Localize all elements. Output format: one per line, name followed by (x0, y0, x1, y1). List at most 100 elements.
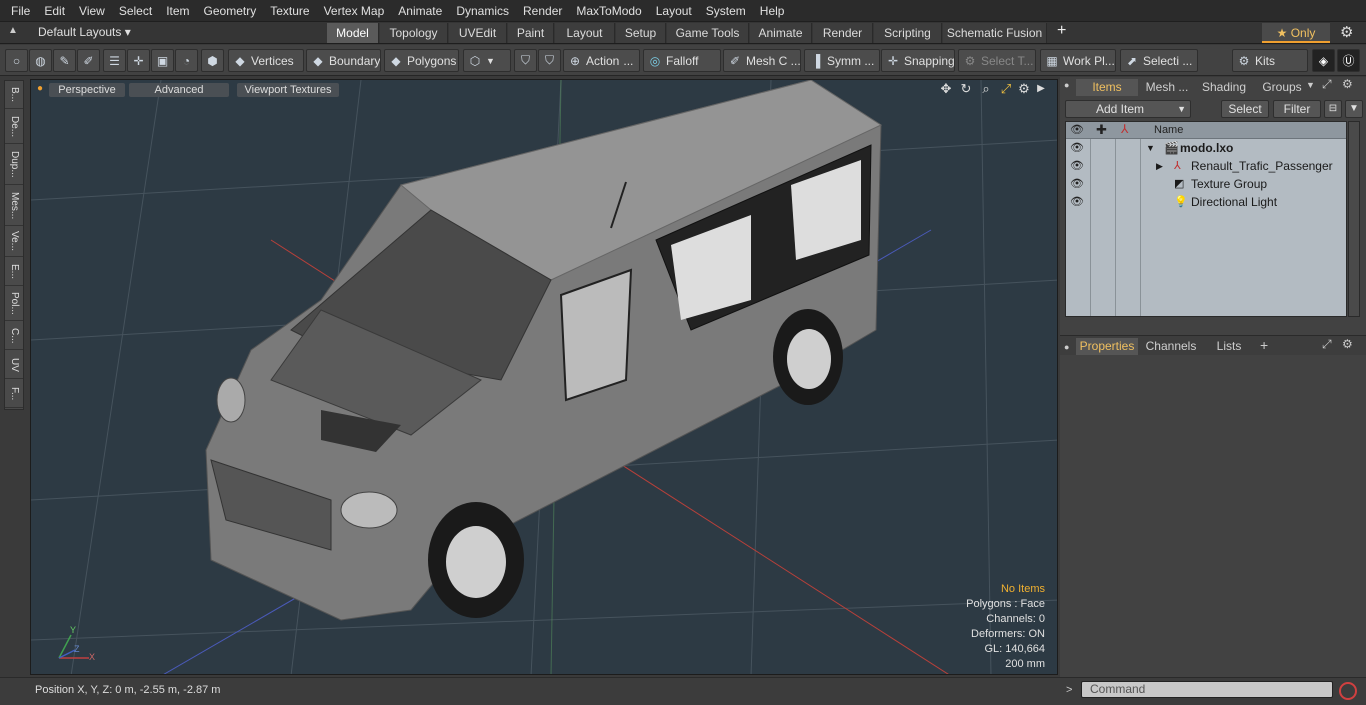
menu-texture[interactable]: Texture (263, 0, 316, 22)
visibility-eye-icon[interactable]: 👁 (1070, 193, 1084, 211)
perspective-tab[interactable]: Perspective (49, 83, 125, 97)
properties-expand-icon[interactable]: ⤢ (1322, 337, 1332, 352)
tab-layout[interactable]: Layout (555, 23, 615, 43)
tab-paint[interactable]: Paint (508, 23, 554, 43)
menu-help[interactable]: Help (753, 0, 792, 22)
menu-layout[interactable]: Layout (649, 0, 699, 22)
items-panel-dot-icon[interactable]: ● (1064, 80, 1069, 90)
select-circle-button[interactable]: ○ (5, 49, 28, 72)
pen-button[interactable]: ✎ (53, 49, 76, 72)
item-row-light[interactable]: 👁 💡 Directional Light (1066, 193, 1346, 211)
tab-groups[interactable]: Groups (1254, 79, 1310, 96)
viewport-arrow-icon[interactable]: ▶ (1033, 81, 1049, 97)
maximize-view-icon[interactable]: ⤢ (998, 81, 1014, 97)
tab-properties[interactable]: Properties (1076, 338, 1138, 355)
action-axis-button[interactable]: ⛉ (538, 49, 561, 72)
filter-button[interactable]: Filter (1273, 100, 1321, 118)
visibility-eye-icon[interactable]: 👁 (1070, 175, 1084, 193)
collapse-arrow-icon[interactable]: ▲ (8, 25, 18, 36)
items-vscrollbar[interactable] (1348, 121, 1360, 317)
item-row-mesh[interactable]: 👁 ▶ ⅄ Renault_Trafic_Passenger (1066, 157, 1346, 175)
tab-topology[interactable]: Topology (380, 23, 448, 43)
move-view-icon[interactable]: ✥ (938, 81, 954, 97)
add-item-button[interactable]: Add Item ▼ (1065, 100, 1191, 118)
item-row-scene[interactable]: 👁 ▼ 🎬 modo.lxo (1066, 139, 1346, 157)
menu-system[interactable]: System (699, 0, 753, 22)
gear-icon[interactable]: ⚙ (1340, 23, 1353, 41)
item-mode-button[interactable]: ⬢ (201, 49, 224, 72)
properties-panel-dot-icon[interactable]: ● (1064, 342, 1069, 352)
visibility-eye-icon[interactable]: 👁 (1070, 139, 1084, 157)
3d-viewport[interactable]: Y X Z ● Perspective Advanced Viewport Te… (30, 79, 1058, 675)
polygons-button[interactable]: ◆ Polygons (384, 49, 459, 72)
rotate-view-icon[interactable]: ↻ (958, 81, 974, 97)
tab-model[interactable]: Model (327, 23, 379, 43)
frame-button[interactable]: ▣ (151, 49, 174, 72)
tab-schematic-fusion[interactable]: Schematic Fusion (943, 23, 1047, 43)
left-tab-edge[interactable]: E... (5, 258, 23, 286)
tab-shading[interactable]: Shading (1194, 79, 1254, 96)
menu-maxtomodo[interactable]: MaxToModo (569, 0, 648, 22)
add-tab-button[interactable]: + (1057, 22, 1066, 40)
left-tab-curve[interactable]: C... (5, 322, 23, 350)
tab-lists[interactable]: Lists (1206, 338, 1252, 355)
menu-select[interactable]: Select (112, 0, 159, 22)
select-button[interactable]: Select (1221, 100, 1269, 118)
only-toggle[interactable]: ★ Only (1262, 23, 1330, 43)
tab-game-tools[interactable]: Game Tools (667, 23, 749, 43)
boundary-button[interactable]: ◆ Boundary (306, 49, 381, 72)
globe-button[interactable]: ◍ (29, 49, 52, 72)
material-mode-button[interactable]: ⬡ ▼ (463, 49, 511, 72)
items-panel-expand-icon[interactable]: ⤢ (1322, 77, 1332, 92)
properties-gear-icon[interactable]: ⚙ (1342, 337, 1353, 351)
kits-button[interactable]: ⚙ Kits (1232, 49, 1308, 72)
menu-geometry[interactable]: Geometry (197, 0, 264, 22)
left-tab-fusion[interactable]: F... (5, 380, 23, 408)
select-through-button[interactable]: ⚙ Select T... (958, 49, 1036, 72)
item-row-texture-group[interactable]: 👁 ◩ Texture Group (1066, 175, 1346, 193)
tab-mesh[interactable]: Mesh ... (1140, 79, 1194, 96)
zoom-view-icon[interactable]: ⌕ (978, 81, 994, 97)
advanced-tab[interactable]: Advanced (129, 83, 229, 97)
record-macro-icon[interactable] (1339, 682, 1357, 700)
left-tab-vertex[interactable]: Ve... (5, 227, 23, 257)
filter-funnel-button[interactable]: ▼ (1345, 100, 1363, 118)
viewport-textures-tab[interactable]: Viewport Textures (237, 83, 339, 97)
menu-edit[interactable]: Edit (37, 0, 72, 22)
selection-button[interactable]: ⬈ Selecti ... (1120, 49, 1198, 72)
menu-render[interactable]: Render (516, 0, 569, 22)
unreal-button[interactable]: Ⓤ (1337, 49, 1360, 72)
menu-file[interactable]: File (4, 0, 37, 22)
action-button[interactable]: ⊕ Action... (563, 49, 640, 72)
expand-arrow-icon[interactable]: ▼ (1146, 139, 1155, 157)
items-panel-gear-icon[interactable]: ⚙ (1342, 77, 1353, 91)
symmetry-button[interactable]: ▐ Symm ... (804, 49, 880, 72)
mesh-constraint-button[interactable]: ✐ Mesh C ... (723, 49, 801, 72)
menu-item[interactable]: Item (159, 0, 196, 22)
tab-channels[interactable]: Channels (1142, 338, 1200, 355)
collapse-list-button[interactable]: ⊟ (1324, 100, 1342, 118)
viewport-menu-dot-icon[interactable]: ● (37, 83, 43, 94)
left-tab-deform[interactable]: De... (5, 110, 23, 144)
align-button[interactable]: ☰ (103, 49, 126, 72)
tab-scripting[interactable]: Scripting (874, 23, 942, 43)
work-plane-button[interactable]: ▦ Work Pl... (1040, 49, 1116, 72)
menu-animate[interactable]: Animate (391, 0, 449, 22)
left-tab-duplicate[interactable]: Dup... (5, 145, 23, 185)
menu-view[interactable]: View (72, 0, 112, 22)
tab-uvedit[interactable]: UVEdit (449, 23, 507, 43)
layout-dropdown[interactable]: Default Layouts ▾ (38, 25, 131, 39)
vertices-button[interactable]: ◆ Vertices (228, 49, 304, 72)
left-tab-mesh[interactable]: Mes... (5, 186, 23, 226)
falloff-button[interactable]: ◎ Falloff (643, 49, 721, 72)
van-model[interactable] (205, 80, 883, 621)
brush-button[interactable]: ✐ (77, 49, 100, 72)
action-center-button[interactable]: ⛉ (514, 49, 537, 72)
tab-animate[interactable]: Animate (750, 23, 812, 43)
tab-render[interactable]: Render (813, 23, 873, 43)
tab-items[interactable]: Items (1076, 79, 1138, 96)
menu-vertex-map[interactable]: Vertex Map (317, 0, 392, 22)
snapping-button[interactable]: ✛ Snapping (881, 49, 955, 72)
left-tab-uv[interactable]: UV (5, 351, 23, 379)
timer-button[interactable]: ◔ (175, 49, 198, 72)
